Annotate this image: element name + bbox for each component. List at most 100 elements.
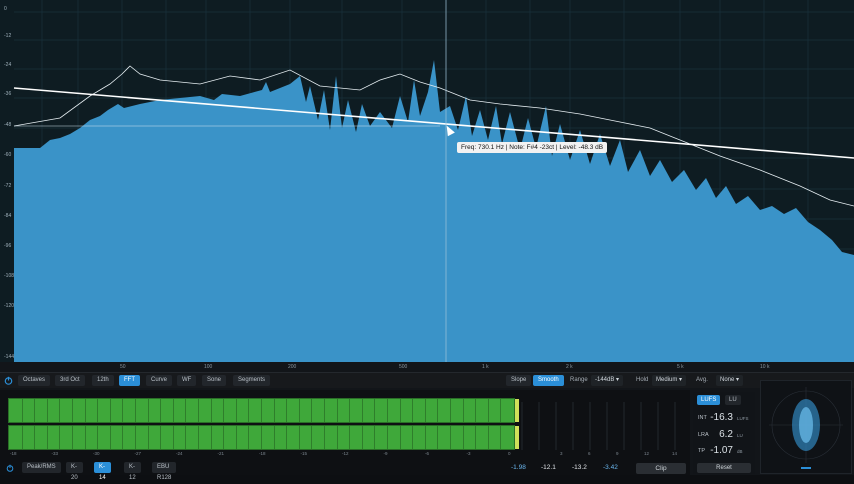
view-wf-button[interactable]: WF: [177, 375, 197, 386]
meter-segment: [324, 399, 325, 422]
meter-segment: [311, 399, 313, 422]
loudness-panel: LUFS LU INT -16.3 LUFS LRA 6.2 LU TP -1.…: [693, 392, 755, 474]
meter-segment: [160, 426, 162, 449]
y-axis-label: -60: [4, 152, 12, 158]
mode-k14-button[interactable]: K-14: [94, 462, 111, 481]
y-axis-label: 0: [4, 6, 7, 12]
range-select[interactable]: -144dB ▾: [591, 375, 624, 386]
y-axis-label: -24: [4, 62, 12, 68]
meter-segment: [235, 426, 237, 449]
int-unit: LUFS: [737, 416, 749, 421]
tp-scale-label: 9: [616, 451, 619, 456]
meter-segment: [424, 426, 426, 449]
slope-button[interactable]: Slope: [506, 375, 532, 386]
meter-segment: [72, 426, 73, 449]
view-curve-button[interactable]: Curve: [146, 375, 173, 386]
x-axis-label: 1 k: [482, 364, 489, 370]
meter-segment: [273, 426, 275, 449]
vectorscope: [760, 380, 852, 474]
y-axis-label: -108: [4, 273, 15, 279]
meter-segment: [122, 426, 124, 449]
stereo-core: [799, 407, 813, 443]
meter-segment: [59, 426, 61, 449]
spectrum-display[interactable]: 0 -12 -24 -36 -48 -60 -72 -84 -96 -108 -…: [0, 0, 854, 362]
meter-scale-label: -18: [10, 451, 17, 456]
y-axis-label: -36: [4, 91, 12, 97]
meter-scale-label: -30: [93, 451, 100, 456]
tp-unit: dB: [737, 449, 743, 454]
meter-segment: [399, 399, 401, 422]
meter-segment: [248, 399, 250, 422]
meter-segment: [172, 426, 174, 449]
int-label: INT: [698, 415, 707, 421]
meter-segment: [450, 426, 451, 449]
meter-segment: [84, 426, 86, 449]
lufs-tab[interactable]: LUFS: [697, 395, 721, 405]
spectrum-analyzer-app: 0 -12 -24 -36 -48 -60 -72 -84 -96 -108 -…: [0, 0, 854, 481]
meter-segment: [109, 399, 111, 422]
y-axis-label: -48: [4, 122, 12, 128]
clip-button[interactable]: Clip: [636, 463, 686, 474]
meter-segment: [21, 399, 23, 422]
left-channel-level-bar: [8, 398, 519, 423]
reset-button[interactable]: Reset: [697, 463, 751, 473]
tp-scale-label: 3: [560, 451, 563, 456]
spectrum-graph: [13, 0, 854, 362]
meter-segment: [198, 426, 199, 449]
y-axis-label: -12: [4, 33, 12, 39]
y-axis-label: -120: [4, 303, 15, 309]
mode-peak-rms-button[interactable]: Peak/RMS: [22, 462, 61, 473]
view-fft-button[interactable]: FFT: [119, 375, 140, 386]
x-axis-label: 500: [399, 364, 408, 370]
mode-ebu-r128-button[interactable]: EBU R128: [152, 462, 177, 481]
view-3rd-oct-button[interactable]: 3rd Oct: [55, 375, 85, 386]
view-octaves-button[interactable]: Octaves: [18, 375, 51, 386]
lra-value: 6.2: [719, 429, 733, 440]
tp-scale-label: 6: [588, 451, 591, 456]
meter-scale-label: -21: [217, 451, 225, 456]
y-axis-label: -84: [4, 213, 12, 219]
meter-segment: [135, 426, 136, 449]
meter-scale-label: -18: [259, 451, 266, 456]
spectrum-fill: [14, 60, 854, 362]
meter-segment: [34, 426, 36, 449]
x-axis-label: 200: [288, 364, 297, 370]
meter-scale-label: -9: [383, 451, 388, 456]
meter-segment: [210, 426, 212, 449]
smooth-button[interactable]: Smooth: [533, 375, 564, 386]
balance-indicator: [801, 467, 811, 469]
meter-scale-label: -15: [300, 451, 308, 456]
view-12th-button[interactable]: 12th: [92, 375, 114, 386]
meter-segment: [172, 399, 174, 422]
x-axis-label: 10 k: [760, 364, 770, 370]
meter-segment: [349, 426, 351, 449]
meter-segment: [160, 399, 162, 422]
view-segments-button[interactable]: Segments: [233, 375, 271, 386]
mode-k12-button[interactable]: K-12: [124, 462, 141, 481]
meter-segment: [437, 426, 439, 449]
meter-segment: [336, 399, 338, 422]
tp-scale-label: 14: [672, 451, 678, 456]
meter-scale-label: -12: [342, 451, 349, 456]
rms-left-readout: -12.1: [541, 464, 556, 471]
meter-segment: [487, 426, 489, 449]
meter-segment: [324, 426, 325, 449]
meter-segment: [185, 399, 187, 422]
view-sone-button[interactable]: Sone: [202, 375, 227, 386]
meter-segment: [223, 426, 225, 449]
avg-select[interactable]: None ▾: [716, 375, 744, 386]
meter-scale-label: -24: [176, 451, 183, 456]
meter-segment: [424, 399, 426, 422]
meter-scale-label: -33: [51, 451, 59, 456]
mode-k20-button[interactable]: K-20: [66, 462, 83, 481]
meter-segment: [46, 399, 48, 422]
hold-select[interactable]: Medium ▾: [652, 375, 687, 386]
power-icon[interactable]: [4, 376, 13, 385]
lu-tab[interactable]: LU: [725, 395, 741, 405]
meter-segment: [475, 399, 477, 422]
analyzer-toolbar: Octaves 3rd Oct 12th FFT Curve WF Sone S…: [0, 372, 854, 388]
meter-segment: [412, 426, 414, 449]
meter-segment: [235, 399, 237, 422]
meter-power-icon[interactable]: [6, 464, 14, 472]
meter-segment: [298, 399, 300, 422]
